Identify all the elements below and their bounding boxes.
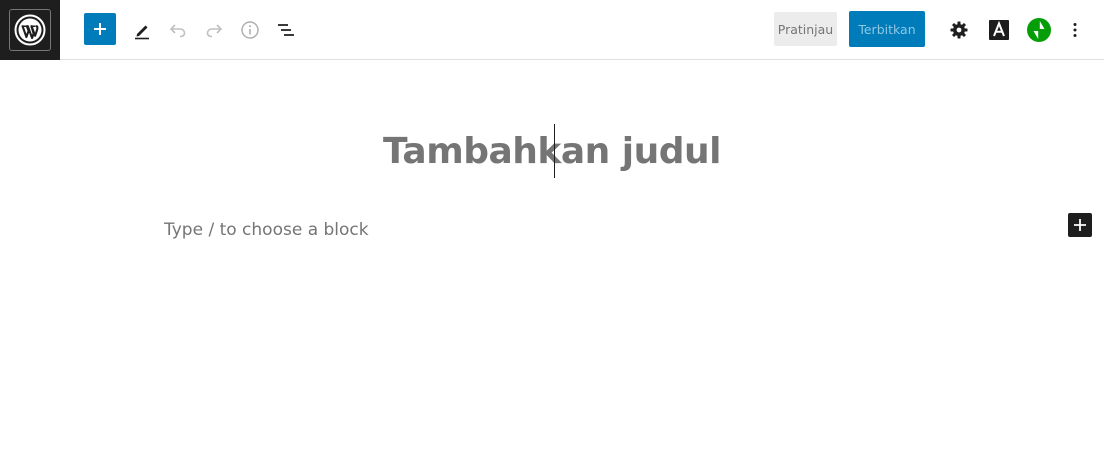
- post-title-area: Tambahkan judul: [0, 124, 1104, 180]
- post-title-input[interactable]: Tambahkan judul: [383, 124, 722, 180]
- undo-button[interactable]: [160, 12, 196, 48]
- tools-button[interactable]: [124, 12, 160, 48]
- info-icon: [241, 21, 259, 39]
- redo-button[interactable]: [196, 12, 232, 48]
- text-caret: [554, 124, 555, 178]
- options-button[interactable]: [1057, 12, 1093, 48]
- site-home-button[interactable]: [0, 0, 60, 60]
- pencil-icon: [135, 25, 149, 40]
- add-block-button[interactable]: [1068, 213, 1092, 237]
- settings-button[interactable]: [941, 12, 977, 48]
- gear-icon: [950, 21, 968, 39]
- wordpress-icon: [9, 9, 51, 51]
- editor-header: Pratinjau Terbitkan: [0, 0, 1104, 60]
- redo-icon: [206, 24, 223, 38]
- jetpack-button[interactable]: [1021, 12, 1057, 48]
- default-block-appender[interactable]: Type / to choose a block: [164, 218, 369, 242]
- details-button[interactable]: [232, 12, 268, 48]
- more-vertical-icon: [1073, 23, 1077, 37]
- list-view-button[interactable]: [268, 12, 304, 48]
- typography-a-icon: [989, 20, 1009, 40]
- block-inserter-button[interactable]: [84, 13, 116, 45]
- typography-button[interactable]: [981, 12, 1017, 48]
- plus-icon: [1074, 219, 1086, 231]
- preview-button[interactable]: Pratinjau: [774, 12, 837, 46]
- jetpack-bolt-icon: [1027, 18, 1051, 42]
- publish-button[interactable]: Terbitkan: [849, 11, 925, 47]
- list-view-icon: [278, 24, 294, 36]
- undo-icon: [169, 24, 186, 38]
- plus-icon: [94, 23, 106, 35]
